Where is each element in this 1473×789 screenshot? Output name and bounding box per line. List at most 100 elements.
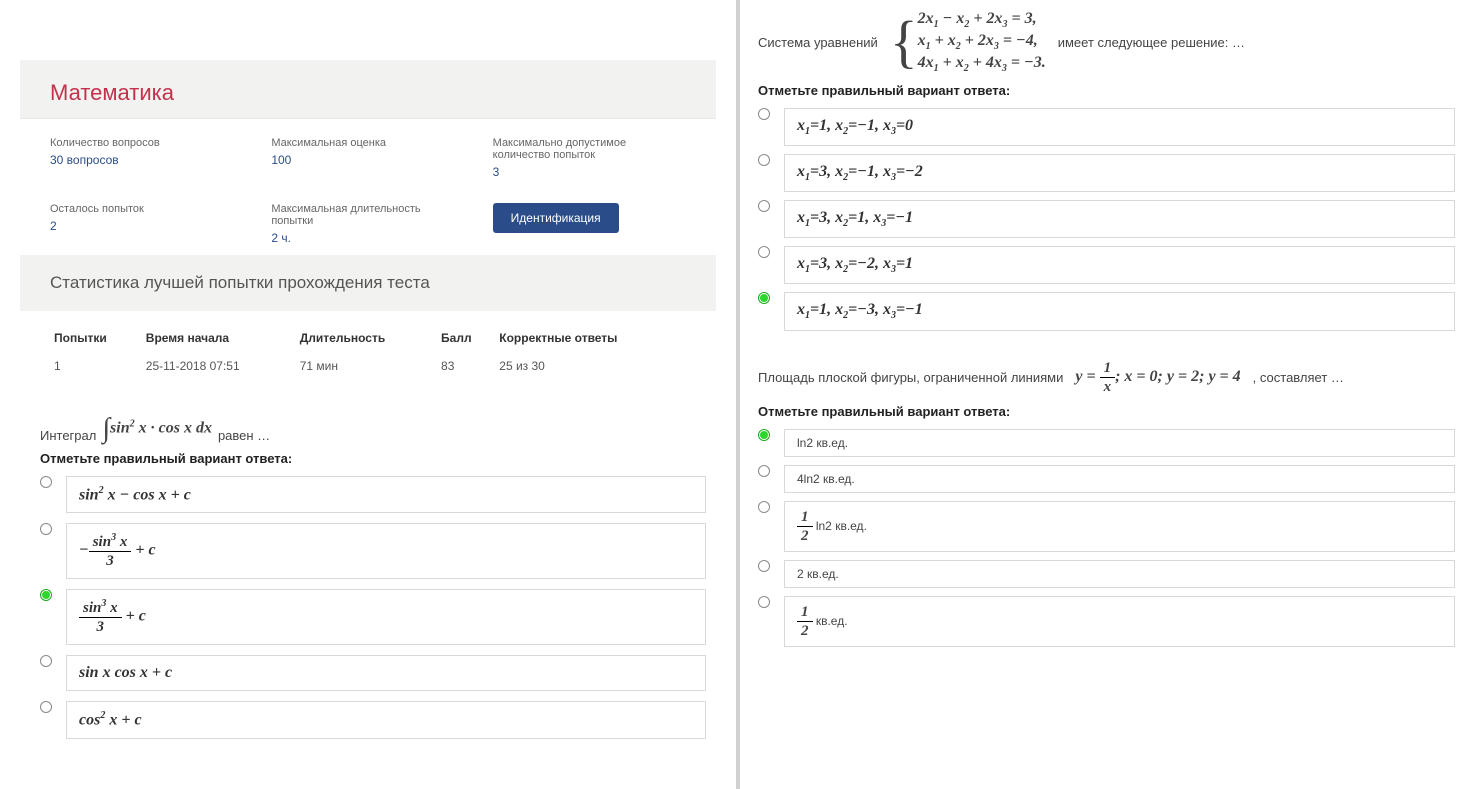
radio-icon[interactable] [40,701,52,713]
test-info-panel: Количество вопросов 30 вопросов Максимал… [20,118,716,255]
radio-icon[interactable] [758,560,770,572]
radio-icon[interactable] [758,501,770,513]
answer-instruction: Отметьте правильный вариант ответа: [758,404,1455,419]
q3-option-4[interactable]: 12 кв.ед. [758,596,1455,647]
radio-icon[interactable] [758,465,770,477]
q2-option-4[interactable]: x1=1, x2=−3, x3=−1 [758,292,1455,330]
col-attempts: Попытки [50,325,142,351]
option-formula: sin2 x − cos x + c [79,485,191,504]
radio-icon[interactable] [40,589,52,601]
option-box: ln2 кв.ед. [784,429,1455,457]
attempts-table-wrap: Попытки Время начала Длительность Балл К… [20,311,716,395]
option-text: 2 кв.ед. [797,567,839,581]
q1-integral: ∫sin2 x · cos x dx [102,415,212,443]
q1-option-3[interactable]: sin x cos x + c [40,655,706,691]
col-start: Время начала [142,325,296,351]
cell-score: 83 [437,351,495,381]
option-box: 4ln2 кв.ед. [784,465,1455,493]
q1-option-0[interactable]: sin2 x − cos x + c [40,476,706,513]
q2-options: x1=1, x2=−1, x3=0 x1=3, x2=−1, x3=−2 x1=… [758,108,1455,331]
option-box: x1=1, x2=−3, x3=−1 [784,292,1455,330]
q3-curves: y = 1x; x = 0; y = 2; y = 4 [1075,359,1240,396]
option-box: cos2 x + c [66,701,706,738]
option-formula: x1=3, x2=−2, x3=1 [797,255,913,275]
radio-icon[interactable] [758,154,770,166]
q1-option-1[interactable]: −sin3 x3 + c [40,523,706,579]
q2-option-1[interactable]: x1=3, x2=−1, x3=−2 [758,154,1455,192]
info-max-attempts: Максимально допустимое количество попыто… [493,137,686,179]
q3-option-2[interactable]: 12 ln2 кв.ед. [758,501,1455,552]
question-1: Интеграл ∫sin2 x · cos x dx равен … Отме… [40,415,706,739]
option-formula: sin3 x3 + c [79,598,146,636]
option-box: 12 ln2 кв.ед. [784,501,1455,552]
radio-icon[interactable] [40,655,52,667]
radio-icon[interactable] [758,246,770,258]
option-box: −sin3 x3 + c [66,523,706,579]
info-question-count: Количество вопросов 30 вопросов [50,137,243,167]
q1-option-4[interactable]: cos2 x + c [40,701,706,738]
option-text: ln2 кв.ед. [797,436,848,450]
q3-options: ln2 кв.ед. 4ln2 кв.ед. 12 ln2 кв.ед. 2 к… [758,429,1455,647]
question-text: Интеграл ∫sin2 x · cos x dx равен … [40,415,706,443]
radio-icon[interactable] [758,429,770,441]
radio-icon[interactable] [758,108,770,120]
option-box: sin x cos x + c [66,655,706,691]
cell-correct: 25 из 30 [495,351,686,381]
option-text: ln2 кв.ед. [816,519,867,533]
info-label: Осталось попыток [50,203,243,215]
stats-heading-band: Статистика лучшей попытки прохождения те… [20,255,716,311]
q3-prefix: Площадь плоской фигуры, ограниченной лин… [758,370,1063,385]
question-text: Система уравнений { 2x1 − x2 + 2x3 = 3, … [758,10,1455,75]
table-header-row: Попытки Время начала Длительность Балл К… [50,325,686,351]
answer-instruction: Отметьте правильный вариант ответа: [758,83,1455,98]
info-remaining-attempts: Осталось попыток 2 [50,203,243,233]
radio-icon[interactable] [40,523,52,535]
q1-option-2[interactable]: sin3 x3 + c [40,589,706,645]
q2-option-3[interactable]: x1=3, x2=−2, x3=1 [758,246,1455,284]
option-box: 2 кв.ед. [784,560,1455,588]
info-label: Максимальная оценка [271,137,464,149]
q2-option-2[interactable]: x1=3, x2=1, x3=−1 [758,200,1455,238]
radio-icon[interactable] [40,476,52,488]
option-box: sin3 x3 + c [66,589,706,645]
col-duration: Длительность [296,325,437,351]
col-score: Балл [437,325,495,351]
option-formula: −sin3 x3 + c [79,532,156,570]
question-3: Площадь плоской фигуры, ограниченной лин… [758,359,1455,647]
option-formula: 12 [797,603,813,640]
option-box: x1=3, x2=−1, x3=−2 [784,154,1455,192]
option-box: x1=1, x2=−1, x3=0 [784,108,1455,146]
radio-icon[interactable] [758,596,770,608]
radio-icon[interactable] [758,292,770,304]
info-value: 3 [493,165,686,179]
info-value: 2 [50,219,243,233]
option-formula: x1=1, x2=−1, x3=0 [797,117,913,137]
col-correct: Корректные ответы [495,325,686,351]
q1-suffix: равен … [218,428,270,443]
option-formula: x1=1, x2=−3, x3=−1 [797,301,923,321]
option-box: sin2 x − cos x + c [66,476,706,513]
q2-option-0[interactable]: x1=1, x2=−1, x3=0 [758,108,1455,146]
q1-prefix: Интеграл [40,428,96,443]
right-column: Система уравнений { 2x1 − x2 + 2x3 = 3, … [740,0,1473,789]
info-label: Максимально допустимое количество попыто… [493,137,686,161]
cell-duration: 71 мин [296,351,437,381]
table-row: 1 25-11-2018 07:51 71 мин 83 25 из 30 [50,351,686,381]
answer-instruction: Отметьте правильный вариант ответа: [40,451,706,466]
q3-option-3[interactable]: 2 кв.ед. [758,560,1455,588]
info-value: 100 [271,153,464,167]
attempts-table: Попытки Время начала Длительность Балл К… [50,325,686,381]
stats-heading: Статистика лучшей попытки прохождения те… [50,273,686,293]
option-formula: 12 [797,508,813,545]
option-formula: x1=3, x2=1, x3=−1 [797,209,913,229]
info-action-cell: Идентификация [493,203,686,233]
q3-option-1[interactable]: 4ln2 кв.ед. [758,465,1455,493]
question-text: Площадь плоской фигуры, ограниченной лин… [758,359,1455,396]
info-label: Максимальная длительность попытки [271,203,464,227]
q3-option-0[interactable]: ln2 кв.ед. [758,429,1455,457]
page-title-band: Математика [20,60,716,118]
q2-suffix: имеет следующее решение: … [1058,35,1245,50]
option-text: 4ln2 кв.ед. [797,472,855,486]
identification-button[interactable]: Идентификация [493,203,619,233]
radio-icon[interactable] [758,200,770,212]
